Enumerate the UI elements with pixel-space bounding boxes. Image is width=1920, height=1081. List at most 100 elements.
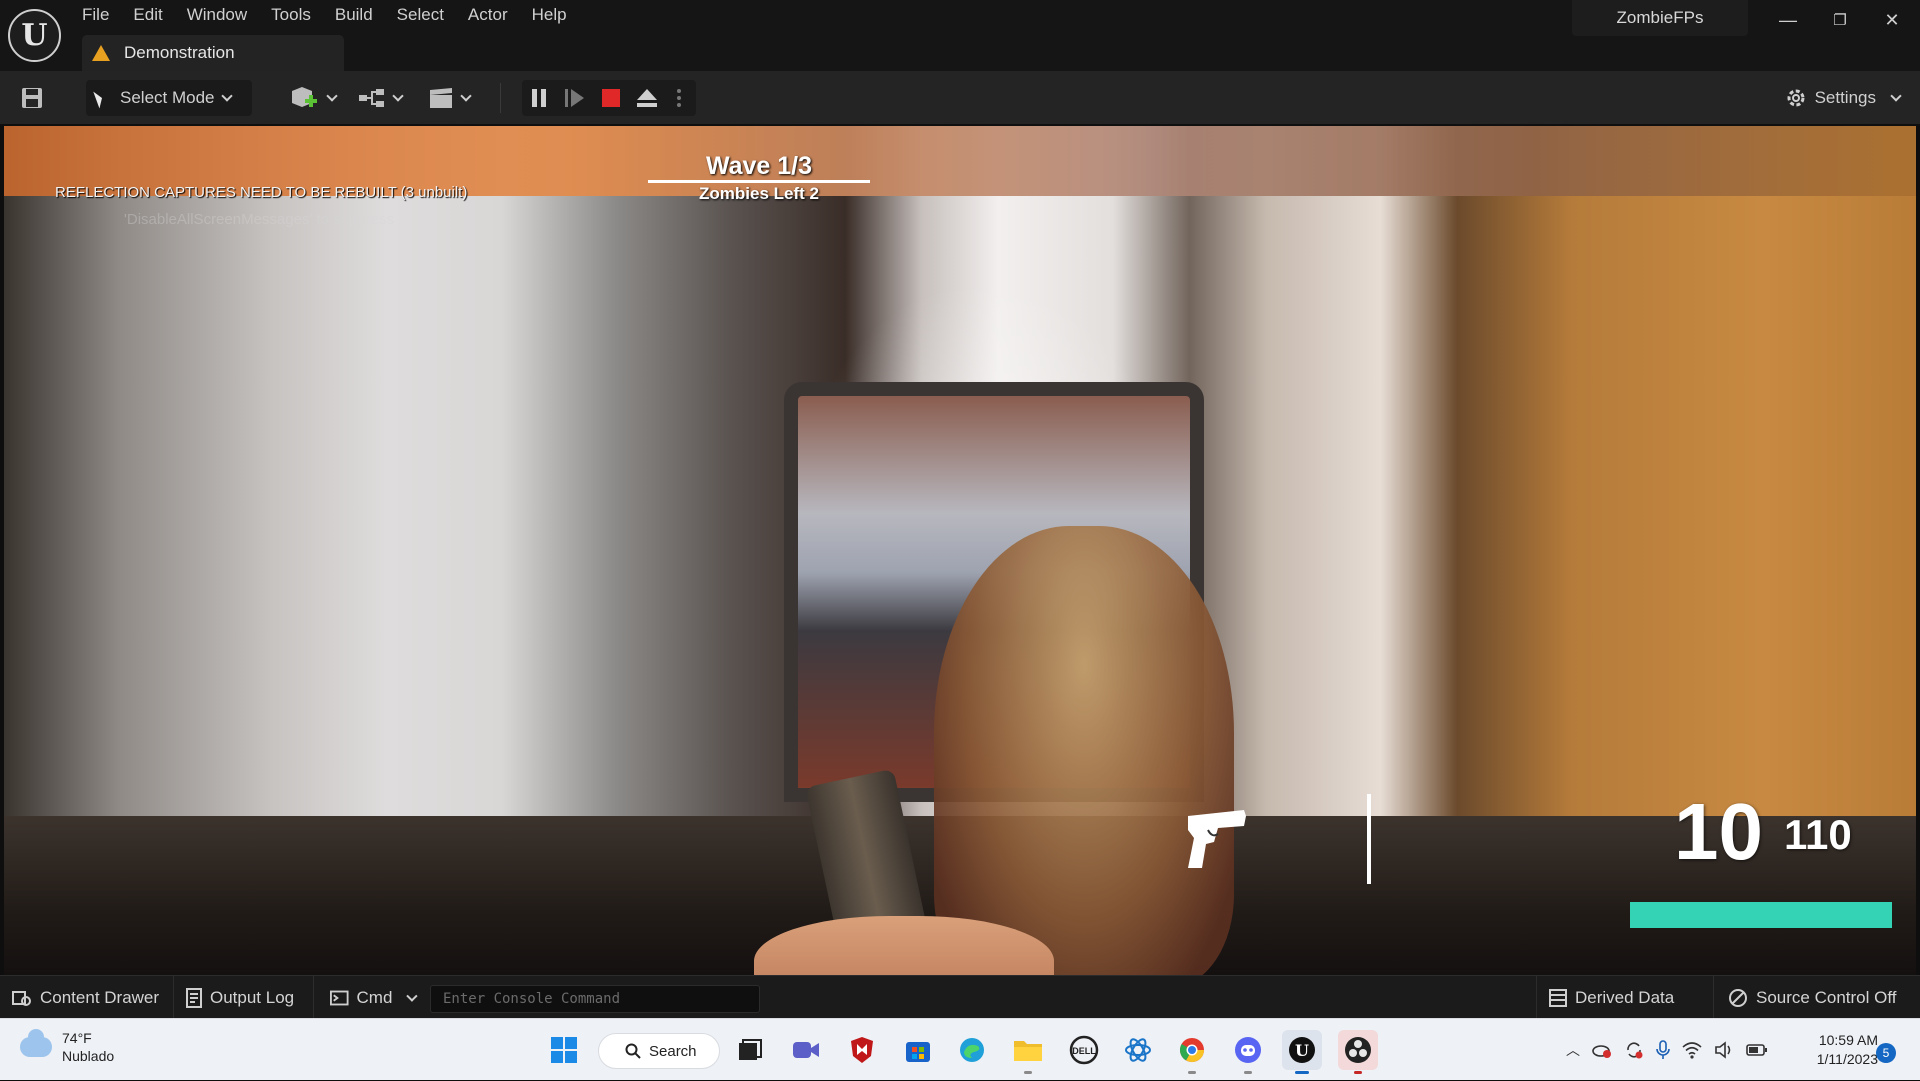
unreal-logo-icon[interactable]: U (8, 9, 61, 62)
clock-time: 10:59 AM (1818, 1032, 1878, 1048)
pause-button[interactable] (522, 80, 556, 116)
dell-logo-icon: DELL (1069, 1035, 1099, 1065)
derived-data-icon (1549, 988, 1567, 1007)
network-error-icon[interactable] (1592, 1041, 1612, 1059)
weather-widget[interactable]: 74°F Nublado (20, 1029, 114, 1065)
chevron-down-icon (392, 90, 404, 102)
level-tab[interactable]: Demonstration (82, 35, 344, 71)
mcafee-app[interactable] (842, 1030, 882, 1070)
stop-icon (602, 89, 620, 107)
select-mode-dropdown[interactable]: Select Mode (86, 80, 252, 116)
save-button[interactable] (16, 80, 48, 116)
running-indicator (1244, 1071, 1252, 1074)
notification-badge[interactable]: 5 (1876, 1043, 1896, 1063)
stop-button[interactable] (594, 80, 628, 116)
zombie-enemy (934, 526, 1234, 975)
pause-icon (532, 89, 546, 107)
menu-select[interactable]: Select (385, 0, 456, 30)
wave-underline (648, 180, 870, 183)
running-indicator (1295, 1071, 1309, 1074)
play-options-button[interactable] (662, 80, 696, 116)
chevron-down-icon (460, 90, 472, 102)
menu-window[interactable]: Window (175, 0, 259, 30)
taskbar-search[interactable]: Search (598, 1033, 720, 1069)
output-log-label: Output Log (210, 987, 295, 1007)
settings-button[interactable]: Settings (1785, 80, 1902, 116)
more-vertical-icon (677, 89, 681, 107)
menu-build[interactable]: Build (323, 0, 385, 30)
weather-description: Nublado (62, 1048, 115, 1064)
sync-icon[interactable] (1624, 1040, 1644, 1060)
select-mode-label: Select Mode (120, 88, 215, 107)
title-bar: U File Edit Window Tools Build Select Ac… (0, 0, 1920, 71)
content-drawer-button[interactable]: Content Drawer (0, 976, 174, 1019)
menu-actor[interactable]: Actor (456, 0, 520, 30)
edge-browser-app[interactable] (952, 1030, 992, 1070)
show-hidden-icons-chevron-icon[interactable]: ︿ (1566, 1040, 1580, 1060)
blueprint-button[interactable] (358, 80, 404, 116)
chrome-app[interactable] (1172, 1030, 1212, 1074)
menu-file[interactable]: File (70, 0, 121, 30)
atom-icon (1125, 1038, 1151, 1062)
obs-icon (1345, 1037, 1371, 1063)
menu-tools[interactable]: Tools (259, 0, 323, 30)
terminal-icon (330, 990, 349, 1005)
microsoft-store-app[interactable] (898, 1030, 938, 1070)
folder-icon (1014, 1041, 1042, 1061)
support-assist-app[interactable] (1118, 1030, 1158, 1070)
unreal-engine-icon: U (1289, 1037, 1315, 1063)
step-frame-button[interactable] (558, 80, 592, 116)
toolbar: Select Mode Settings (0, 71, 1920, 126)
svg-text:U: U (1295, 1041, 1309, 1060)
file-explorer-app[interactable] (1008, 1030, 1048, 1074)
running-indicator (1354, 1071, 1362, 1074)
edge-icon (960, 1038, 984, 1062)
speaker-icon[interactable] (1714, 1041, 1734, 1059)
cmd-dropdown[interactable]: Cmd (318, 976, 428, 1019)
hud-divider (1367, 794, 1371, 884)
windows-taskbar: 74°F Nublado Search DELL U ︿ 10:59 AM 1/… (0, 1018, 1920, 1080)
wifi-icon[interactable] (1682, 1041, 1702, 1059)
chrome-icon (1179, 1038, 1204, 1063)
battery-icon[interactable] (1746, 1043, 1768, 1057)
minimize-button[interactable]: — (1762, 0, 1814, 40)
dell-app[interactable]: DELL (1064, 1030, 1104, 1070)
ammo-reserve-count: 110 (1784, 811, 1852, 858)
editor-status-bar: Content Drawer Output Log Cmd Derived Da… (0, 975, 1920, 1019)
discord-app[interactable] (1228, 1030, 1268, 1074)
source-control-button[interactable]: Source Control Off (1716, 976, 1920, 1019)
eject-button[interactable] (630, 80, 664, 116)
derived-data-button[interactable]: Derived Data (1536, 976, 1714, 1019)
microphone-icon[interactable] (1656, 1040, 1670, 1060)
gear-icon (1787, 89, 1805, 107)
menu-help[interactable]: Help (520, 0, 579, 30)
chevron-down-icon (326, 90, 338, 102)
cinematics-button[interactable] (428, 80, 472, 116)
source-control-off-icon (1729, 988, 1747, 1007)
unreal-editor-app[interactable]: U (1282, 1030, 1322, 1074)
menu-edit[interactable]: Edit (121, 0, 174, 30)
health-bar-fill (1630, 902, 1892, 928)
close-button[interactable]: ✕ (1866, 0, 1918, 40)
console-command-input[interactable] (430, 985, 760, 1013)
game-viewport[interactable]: REFLECTION CAPTURES NEED TO BE REBUILT (… (4, 126, 1916, 975)
settings-label: Settings (1814, 88, 1876, 107)
search-label: Search (649, 1042, 697, 1060)
output-log-button[interactable]: Output Log (174, 976, 314, 1019)
task-view-button[interactable] (730, 1030, 770, 1070)
project-name: ZombieFPs (1572, 0, 1748, 36)
suppress-messages-hint: 'DisableAllScreenMessages' to suppress (124, 211, 395, 228)
obs-studio-app[interactable] (1338, 1030, 1378, 1074)
meet-app[interactable] (786, 1030, 826, 1070)
restore-button[interactable]: ❐ (1814, 0, 1866, 40)
running-indicator (1188, 1071, 1196, 1074)
zombies-left-counter: Zombies Left 2 (699, 184, 819, 203)
menu-bar: File Edit Window Tools Build Select Acto… (70, 0, 579, 30)
discord-icon (1235, 1037, 1261, 1063)
start-button[interactable] (544, 1030, 584, 1070)
cursor-arrow-icon (93, 87, 111, 109)
add-content-button[interactable] (290, 80, 338, 116)
system-clock[interactable]: 10:59 AM 1/11/2023 (1802, 1031, 1878, 1069)
search-icon (625, 1043, 641, 1059)
eject-icon (637, 89, 657, 107)
